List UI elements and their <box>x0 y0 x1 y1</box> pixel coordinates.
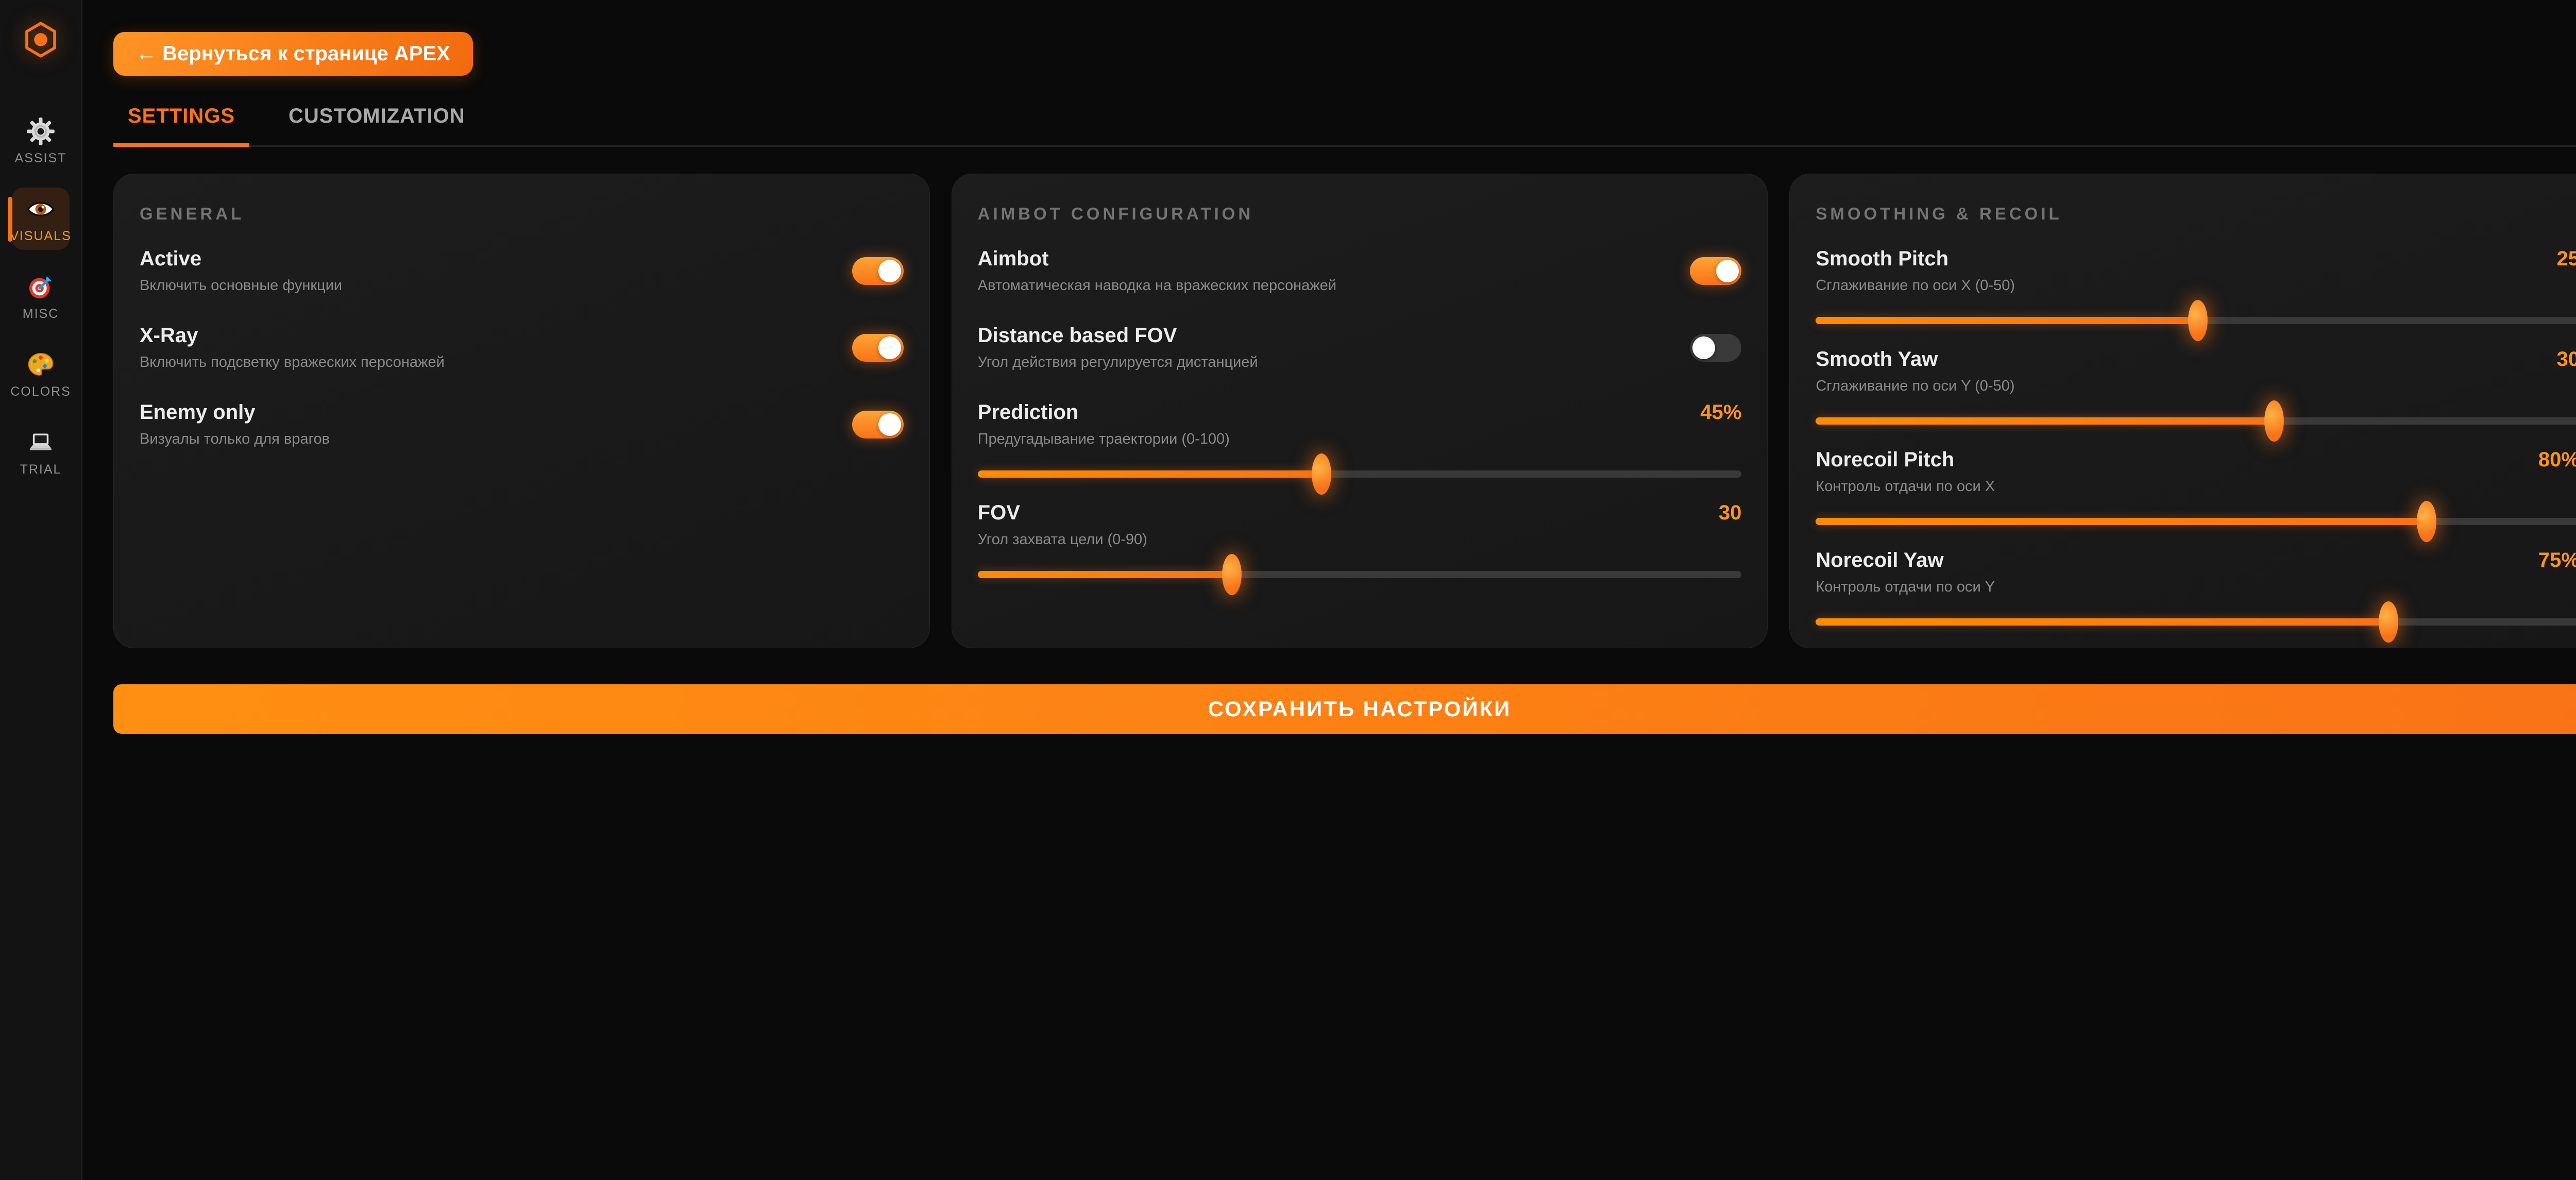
sidebar-item-label: TRIAL <box>20 462 62 477</box>
tab-customization[interactable]: CUSTOMIZATION <box>274 105 480 147</box>
setting-subtitle: Включить основные функции <box>140 277 342 294</box>
slider-norecoil-pitch[interactable] <box>1816 518 2576 525</box>
setting-title: Norecoil Pitch <box>1816 448 1954 471</box>
setting-title: Prediction <box>978 401 1079 424</box>
sidebar-item-visuals[interactable]: VISUALS <box>12 188 70 250</box>
setting-subtitle: Предугадывание траектории (0-100) <box>978 431 1742 448</box>
setting-subtitle: Автоматическая наводка на вражеских перс… <box>978 277 1336 294</box>
toggle-knob <box>878 260 901 282</box>
tab-settings[interactable]: SETTINGS <box>113 105 249 147</box>
main-content: ← Вернуться к странице APEX SETTINGS CUST… <box>83 0 2576 734</box>
toggle-knob <box>1716 260 1739 282</box>
sidebar-item-colors[interactable]: COLORS <box>12 343 70 406</box>
setting-title: Smooth Pitch <box>1816 247 1948 271</box>
slider-fov[interactable] <box>978 571 1742 578</box>
setting-title: X-Ray <box>140 324 445 347</box>
panel-title: AIMBOT CONFIGURATION <box>978 204 1742 224</box>
save-settings-button[interactable]: СОХРАНИТЬ НАСТРОЙКИ <box>113 684 2576 734</box>
slider-thumb[interactable] <box>2188 300 2208 341</box>
tab-bar: SETTINGS CUSTOMIZATION <box>113 105 2576 147</box>
slider-prediction[interactable] <box>978 470 1742 478</box>
slider-row-norecoil-pitch: Norecoil Pitch 80% Контроль отдачи по ос… <box>1816 448 2576 525</box>
panel-general: GENERAL Active Включить основные функции… <box>113 174 930 648</box>
slider-thumb[interactable] <box>1222 554 1242 595</box>
setting-subtitle: Угол действия регулируется дистанцией <box>978 354 1258 371</box>
slider-row-prediction: Prediction 45% Предугадывание траектории… <box>978 401 1742 478</box>
toggle-active[interactable] <box>852 257 904 285</box>
setting-subtitle: Контроль отдачи по оси X <box>1816 478 2576 495</box>
slider-fill <box>1816 317 2197 324</box>
slider-thumb[interactable] <box>1312 453 1331 495</box>
slider-thumb[interactable] <box>2264 400 2284 442</box>
slider-value: 45% <box>1700 401 1741 424</box>
slider-thumb[interactable] <box>2379 601 2398 643</box>
slider-fill <box>1816 417 2274 425</box>
toggle-knob <box>878 336 901 359</box>
sidebar-nav: ASSIST VISUALS MISC COLORS <box>12 110 70 499</box>
setting-subtitle: Сглаживание по оси X (0-50) <box>1816 277 2576 294</box>
setting-title: FOV <box>978 501 1020 525</box>
back-to-apex-button[interactable]: ← Вернуться к странице APEX <box>113 32 473 76</box>
toggle-row-active: Active Включить основные функции <box>140 247 904 294</box>
setting-subtitle: Визуалы только для врагов <box>140 431 330 448</box>
toggle-row-x-ray: X-Ray Включить подсветку вражеских персо… <box>140 324 904 371</box>
sidebar: ASSIST VISUALS MISC COLORS <box>0 0 82 1180</box>
sidebar-item-trial[interactable]: TRIAL <box>12 421 70 483</box>
panel-title: GENERAL <box>140 204 904 224</box>
target-icon <box>26 273 55 301</box>
toggle-enemy-only[interactable] <box>852 411 904 439</box>
gear-icon <box>26 117 55 146</box>
sidebar-item-label: ASSIST <box>15 151 67 166</box>
setting-title: Norecoil Yaw <box>1816 549 1943 572</box>
setting-title: Active <box>140 247 342 271</box>
slider-row-fov: FOV 30 Угол захвата цели (0-90) <box>978 501 1742 578</box>
setting-title: Distance based FOV <box>978 324 1258 347</box>
setting-title: Enemy only <box>140 401 330 424</box>
slider-value: 25 <box>2556 247 2576 271</box>
sidebar-item-assist[interactable]: ASSIST <box>12 110 70 172</box>
slider-value: 30 <box>2556 348 2576 371</box>
sidebar-item-label: VISUALS <box>10 229 72 244</box>
toggle-knob <box>878 413 901 436</box>
slider-fill <box>1816 618 2388 626</box>
setting-subtitle: Сглаживание по оси Y (0-50) <box>1816 378 2576 395</box>
slider-fill <box>978 571 1232 578</box>
slider-row-smooth-yaw: Smooth Yaw 30 Сглаживание по оси Y (0-50… <box>1816 348 2576 425</box>
toggle-row-distance-based-fov: Distance based FOV Угол действия регулир… <box>978 324 1742 371</box>
sidebar-item-misc[interactable]: MISC <box>12 265 70 328</box>
slider-fill <box>1816 518 2427 525</box>
slider-row-norecoil-yaw: Norecoil Yaw 75% Контроль отдачи по оси … <box>1816 549 2576 626</box>
sidebar-item-label: MISC <box>23 307 59 322</box>
toggle-row-enemy-only: Enemy only Визуалы только для врагов <box>140 401 904 448</box>
slider-norecoil-yaw[interactable] <box>1816 618 2576 626</box>
settings-panels: GENERAL Active Включить основные функции… <box>113 174 2576 648</box>
eye-icon <box>26 195 55 224</box>
toggle-aimbot[interactable] <box>1690 257 1741 285</box>
slider-smooth-yaw[interactable] <box>1816 417 2576 425</box>
panel-smoothing-recoil: SMOOTHING & RECOIL Smooth Pitch 25 Сглаж… <box>1789 174 2576 648</box>
laptop-icon <box>26 428 55 457</box>
slider-value: 30 <box>1719 501 1742 525</box>
palette-icon <box>26 350 55 379</box>
setting-title: Smooth Yaw <box>1816 348 1938 371</box>
panel-title: SMOOTHING & RECOIL <box>1816 204 2576 224</box>
toggle-knob <box>1692 336 1715 359</box>
sidebar-item-label: COLORS <box>10 384 71 399</box>
slider-smooth-pitch[interactable] <box>1816 317 2576 324</box>
slider-thumb[interactable] <box>2417 501 2436 542</box>
slider-value: 80% <box>2538 448 2576 471</box>
toggle-distance-based-fov[interactable] <box>1690 334 1741 362</box>
slider-row-smooth-pitch: Smooth Pitch 25 Сглаживание по оси X (0-… <box>1816 247 2576 324</box>
toggle-x-ray[interactable] <box>852 334 904 362</box>
setting-subtitle: Контроль отдачи по оси Y <box>1816 579 2576 596</box>
setting-subtitle: Угол захвата цели (0-90) <box>978 531 1742 548</box>
slider-fill <box>978 470 1321 478</box>
toggle-row-aimbot: Aimbot Автоматическая наводка на вражеск… <box>978 247 1742 294</box>
hexagon-logo-icon <box>24 22 57 60</box>
panel-aimbot-configuration: AIMBOT CONFIGURATION Aimbot Автоматическ… <box>952 174 1768 648</box>
setting-subtitle: Включить подсветку вражеских персонажей <box>140 354 445 371</box>
slider-value: 75% <box>2538 549 2576 572</box>
setting-title: Aimbot <box>978 247 1336 271</box>
